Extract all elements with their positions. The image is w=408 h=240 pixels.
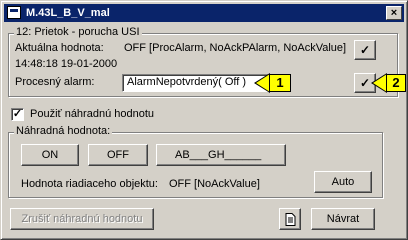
process-alarm-field[interactable]: AlarmNepotvrdený( Off ) xyxy=(122,74,272,92)
document-icon xyxy=(285,212,295,226)
current-value: OFF [ProcAlarm, NoAckPAlarm, NoAckValue] xyxy=(124,42,347,54)
on-button[interactable]: ON xyxy=(21,144,79,166)
text-value-button[interactable]: AB___GH______ xyxy=(156,144,286,166)
cancel-substitute-button[interactable]: Zrušiť náhradnú hodnotu xyxy=(10,208,154,230)
callout-2-arrow xyxy=(373,74,387,92)
text-value: AB___GH______ xyxy=(175,149,262,161)
alarm-group-legend: 12: Prietok - porucha USI xyxy=(14,26,142,38)
timestamp: 14:48:18 19-01-2000 xyxy=(15,58,118,70)
confirm-value-button[interactable]: ✓ xyxy=(354,40,376,60)
callout-1-arrow xyxy=(256,74,270,92)
checkmark-icon: ✓ xyxy=(359,43,371,57)
process-alarm-label: Procesný alarm: xyxy=(15,76,95,88)
callout-1: 1 xyxy=(269,74,291,92)
close-button[interactable]: × xyxy=(386,6,402,20)
title-bar[interactable]: M.43L_B_V_mal × xyxy=(4,4,404,22)
back-button[interactable]: Návrat xyxy=(311,208,375,230)
checkmark-icon: ✓ xyxy=(359,76,371,90)
window-icon xyxy=(7,6,21,19)
object-value: OFF [NoAckValue] xyxy=(169,178,260,190)
auto-button[interactable]: Auto xyxy=(314,171,372,193)
window-title: M.43L_B_V_mal xyxy=(26,7,110,19)
dialog-window: M.43L_B_V_mal × 12: Prietok - porucha US… xyxy=(0,0,408,240)
use-substitute-label: Použiť náhradnú hodnotu xyxy=(30,108,155,120)
substitute-group-legend: Náhradná hodnota: xyxy=(14,125,113,137)
notes-button[interactable] xyxy=(279,208,301,230)
object-value-label: Hodnota riadiaceho objektu: xyxy=(21,178,158,190)
callout-2: 2 xyxy=(386,74,406,92)
off-button[interactable]: OFF xyxy=(88,144,148,166)
current-value-label: Aktuálna hodnota: xyxy=(15,42,104,54)
use-substitute-checkbox[interactable]: ✓ xyxy=(11,108,24,121)
process-alarm-value: AlarmNepotvrdený( Off ) xyxy=(127,76,247,88)
